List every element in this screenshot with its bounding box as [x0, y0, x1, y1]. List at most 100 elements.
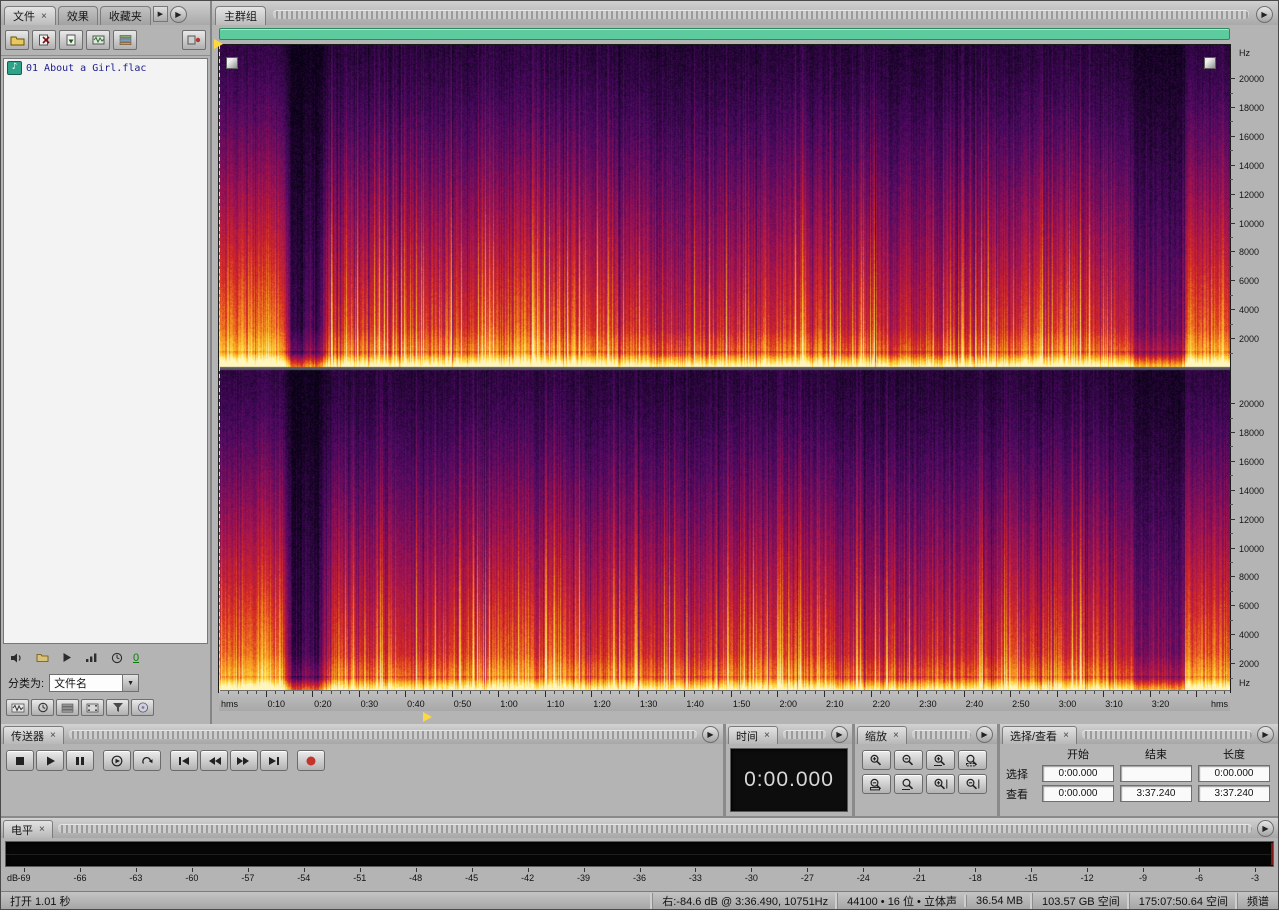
show-session-files-toggle[interactable]	[56, 699, 79, 716]
view-end-field[interactable]: 3:37.240	[1120, 785, 1192, 802]
zoom-in-vertical-button[interactable]	[926, 774, 955, 794]
panel-grip[interactable]	[68, 730, 697, 739]
panel-menu-button[interactable]: ▶	[702, 726, 719, 743]
file-list[interactable]: ♪ 01 About a Girl.flac	[3, 58, 208, 644]
panel-grip[interactable]	[782, 730, 826, 739]
time-display[interactable]: 0:00.000	[730, 748, 848, 812]
go-to-end-button[interactable]	[260, 750, 288, 771]
loop-count[interactable]: 0	[133, 652, 139, 664]
file-item[interactable]: ♪ 01 About a Girl.flac	[4, 59, 207, 77]
show-video-files-toggle[interactable]	[81, 699, 104, 716]
close-icon[interactable]: ×	[1063, 730, 1069, 741]
media-options-button[interactable]	[182, 30, 206, 50]
filter-files-toggle[interactable]	[106, 699, 129, 716]
panel-menu-button[interactable]: ▶	[976, 726, 993, 743]
levels-tab[interactable]: 电平 ×	[3, 820, 53, 838]
close-icon[interactable]: ×	[41, 11, 47, 22]
zoom-out-full-button[interactable]	[862, 774, 891, 794]
show-audio-files-toggle[interactable]	[6, 699, 29, 716]
frequency-ruler[interactable]: Hz Hz 20000 18000 16000 14000 12000 10000 8000…	[1230, 42, 1278, 690]
stop-button[interactable]	[6, 750, 34, 771]
loop-playback-icon[interactable]	[108, 650, 126, 666]
play-from-cursor-button[interactable]	[103, 750, 131, 771]
col-end: 结束	[1145, 749, 1167, 761]
rewind-button[interactable]	[200, 750, 228, 771]
sort-dropdown[interactable]: 文件名 ▼	[49, 674, 140, 692]
panel-grip[interactable]	[57, 824, 1252, 833]
files-panel: 文件 × 效果 收藏夹 ▶ ▶ ♪ 01 About a Girl.flac 0…	[1, 1, 212, 724]
zoom-horizontal-button[interactable]	[894, 774, 923, 794]
pause-button[interactable]	[66, 750, 94, 771]
tab-main-group[interactable]: 主群组	[215, 6, 266, 25]
zoom-to-selection-button[interactable]	[958, 750, 987, 770]
timeline-ruler[interactable]: hms hms 0:10 0:20 0:30 0:40 0:50 1:00 1:10 1:20…	[219, 690, 1230, 711]
minor-tick	[889, 691, 891, 694]
tab-files[interactable]: 文件 ×	[4, 6, 56, 25]
selection-end-field[interactable]	[1120, 765, 1192, 782]
zoom-to-selection-icon	[966, 754, 978, 766]
panel-menu-button[interactable]: ▶	[1257, 726, 1274, 743]
status-format-info: 44100 • 16 位 • 立体声	[837, 892, 966, 909]
insert-into-multitrack-button[interactable]	[113, 30, 137, 50]
zoom-in-button[interactable]	[862, 750, 891, 770]
start-marker-icon[interactable]	[423, 712, 432, 722]
level-meter[interactable]	[5, 841, 1274, 867]
edit-file-button[interactable]	[86, 30, 110, 50]
fast-forward-button[interactable]	[230, 750, 258, 771]
minor-tick	[879, 691, 881, 694]
minor-tick	[1121, 691, 1123, 694]
zoom-in-horizontal-button[interactable]	[926, 750, 955, 770]
view-length-field[interactable]: 3:37.240	[1198, 785, 1270, 802]
show-cd-files-toggle[interactable]	[131, 699, 154, 716]
preview-speaker-icon[interactable]	[8, 650, 26, 666]
import-file-button[interactable]	[59, 30, 83, 50]
autoplay-icon[interactable]	[58, 650, 76, 666]
close-icon[interactable]: ×	[39, 824, 45, 835]
panel-menu-button[interactable]: ▶	[169, 5, 187, 23]
db-label: -9	[1139, 873, 1148, 883]
close-icon[interactable]: ×	[893, 730, 899, 741]
selection-start-field[interactable]: 0:00.000	[1042, 765, 1114, 782]
corner-handle-right[interactable]	[1204, 57, 1216, 69]
panel-menu-button[interactable]: ▶	[1257, 820, 1274, 837]
selection-length-field[interactable]: 0:00.000	[1198, 765, 1270, 782]
zoom-tab[interactable]: 缩放 ×	[857, 726, 907, 744]
panel-grip[interactable]	[911, 730, 971, 739]
minor-tick	[1075, 691, 1077, 694]
panel-grip[interactable]	[273, 9, 1249, 19]
play-button[interactable]	[36, 750, 64, 771]
close-icon[interactable]: ×	[764, 730, 770, 741]
loop-play-button[interactable]	[133, 750, 161, 771]
status-view-mode[interactable]: 频谱	[1237, 892, 1278, 909]
clip-indicator[interactable]	[1271, 843, 1273, 865]
spectral-display[interactable]: Hz Hz 20000 18000 16000 14000 12000 10000 8000…	[212, 39, 1278, 693]
range-bar[interactable]	[219, 28, 1230, 40]
transport-title: 传送器	[11, 730, 44, 743]
tab-effects[interactable]: 效果	[57, 6, 98, 25]
close-icon[interactable]: ×	[50, 730, 56, 741]
panel-menu-button[interactable]: ▶	[1256, 5, 1273, 23]
tab-favorites[interactable]: 收藏夹	[99, 6, 151, 25]
close-file-button[interactable]	[32, 30, 56, 50]
tab-scroll-button[interactable]: ▶	[152, 6, 168, 22]
preview-volume-icon[interactable]	[83, 650, 101, 666]
playhead[interactable]	[219, 45, 220, 692]
minor-tick	[926, 691, 928, 694]
chevron-down-icon[interactable]: ▼	[122, 675, 139, 691]
record-button[interactable]	[297, 750, 325, 771]
go-to-beginning-button[interactable]	[170, 750, 198, 771]
open-file-button[interactable]	[5, 30, 29, 50]
corner-handle-left[interactable]	[226, 57, 238, 69]
spectrogram-canvas[interactable]	[218, 44, 1231, 693]
time-tab[interactable]: 时间 ×	[728, 726, 778, 744]
show-loop-files-toggle[interactable]	[31, 699, 54, 716]
transport-tab[interactable]: 传送器 ×	[3, 726, 64, 744]
preview-folder-icon[interactable]	[33, 650, 51, 666]
selview-tab[interactable]: 选择/查看 ×	[1002, 726, 1077, 744]
zoom-out-vertical-button[interactable]	[958, 774, 987, 794]
panel-grip[interactable]	[1081, 730, 1252, 739]
view-start-field[interactable]: 0:00.000	[1042, 785, 1114, 802]
panel-menu-button[interactable]: ▶	[831, 726, 848, 743]
zoom-out-button[interactable]	[894, 750, 923, 770]
start-marker-icon[interactable]	[214, 39, 223, 49]
